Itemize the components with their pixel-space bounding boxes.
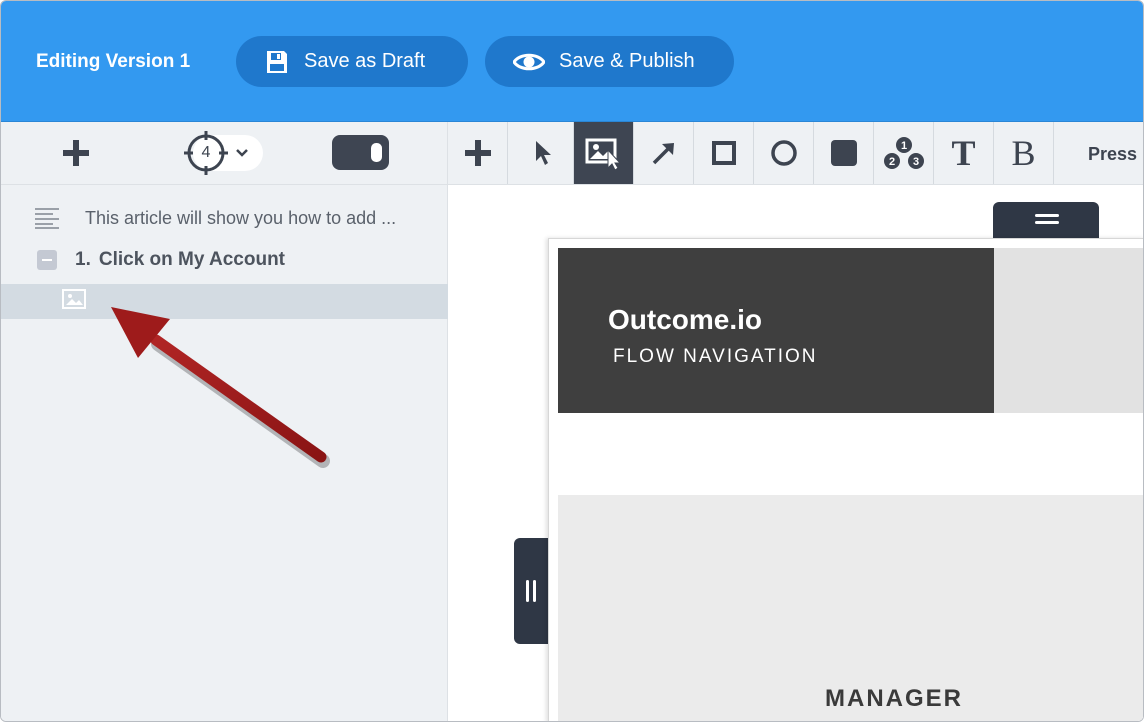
svg-text:3: 3 xyxy=(912,156,918,168)
image-icon xyxy=(62,289,86,309)
tool-arrow[interactable] xyxy=(634,122,694,184)
tool-rectangle[interactable] xyxy=(694,122,754,184)
version-title: Editing Version 1 xyxy=(36,51,191,72)
image-cursor-icon xyxy=(585,138,621,171)
add-step-button[interactable] xyxy=(59,136,93,170)
tool-numbering[interactable]: 1 2 3 xyxy=(874,122,934,184)
save-draft-label: Save as Draft xyxy=(304,50,426,72)
preview-manager-label: MANAGER xyxy=(825,685,963,712)
resize-handle-side[interactable] xyxy=(514,538,550,644)
arrow-icon xyxy=(652,143,674,165)
steps-panel: This article will show you how to add ..… xyxy=(1,185,448,721)
tool-text[interactable]: T xyxy=(934,122,994,184)
save-publish-label: Save & Publish xyxy=(559,50,695,72)
canvas-area: Outcome.io FLOW NAVIGATION MANAGER xyxy=(448,185,1143,721)
eye-icon xyxy=(513,49,545,75)
pointer-icon xyxy=(535,141,551,165)
text-tool-label: T xyxy=(951,133,976,173)
top-header: Editing Version 1 Save as Draft Save & P… xyxy=(1,1,1143,122)
circle-icon xyxy=(770,140,797,166)
toggle-switch[interactable] xyxy=(332,135,389,170)
intro-item[interactable]: This article will show you how to add ..… xyxy=(35,207,396,229)
preview-brand: Outcome.io xyxy=(608,304,763,335)
preview-header-right xyxy=(994,248,1143,413)
toggle-knob xyxy=(371,143,382,162)
step-item[interactable]: 1. Click on My Account xyxy=(37,249,285,271)
tool-circle[interactable] xyxy=(754,122,814,184)
tool-image-select[interactable] xyxy=(574,122,634,184)
save-icon xyxy=(264,49,290,75)
tool-select[interactable] xyxy=(514,122,574,184)
resize-handle-top[interactable] xyxy=(993,202,1099,238)
left-toolbar: 4 xyxy=(1,122,448,185)
square-icon xyxy=(711,141,736,165)
numbered-steps-icon: 1 2 3 xyxy=(883,137,924,169)
tool-add[interactable] xyxy=(448,122,508,184)
app-window: Editing Version 1 Save as Draft Save & P… xyxy=(0,0,1144,722)
intro-text: This article will show you how to add ..… xyxy=(85,207,397,228)
chevron-down-icon[interactable] xyxy=(235,146,249,160)
plus-icon xyxy=(464,140,491,166)
svg-text:2: 2 xyxy=(888,156,894,168)
annotation-toolbar: 1 2 3 T B Press xyxy=(448,122,1143,185)
bold-tool-label: B xyxy=(1011,133,1036,173)
preview-header: Outcome.io FLOW NAVIGATION xyxy=(558,248,994,413)
step-number: 4 xyxy=(201,144,211,161)
save-draft-button[interactable]: Save as Draft xyxy=(236,36,468,87)
svg-text:1: 1 xyxy=(900,140,906,152)
step-image-item[interactable] xyxy=(1,284,448,319)
tool-fill-rect[interactable] xyxy=(814,122,874,184)
press-label: Press xyxy=(1088,144,1138,164)
plus-icon xyxy=(63,140,89,166)
collapse-icon[interactable] xyxy=(37,250,57,270)
screenshot-preview[interactable]: Outcome.io FLOW NAVIGATION MANAGER xyxy=(548,238,1143,721)
target-step-button[interactable]: 4 xyxy=(183,130,229,176)
filled-square-icon xyxy=(830,140,857,166)
step-number-label: 1. xyxy=(75,249,91,270)
preview-subtitle: FLOW NAVIGATION xyxy=(613,346,818,367)
tool-bold[interactable]: B xyxy=(994,122,1054,184)
text-lines-icon xyxy=(35,208,59,229)
save-publish-button[interactable]: Save & Publish xyxy=(485,36,734,87)
step-title: Click on My Account xyxy=(98,249,286,270)
